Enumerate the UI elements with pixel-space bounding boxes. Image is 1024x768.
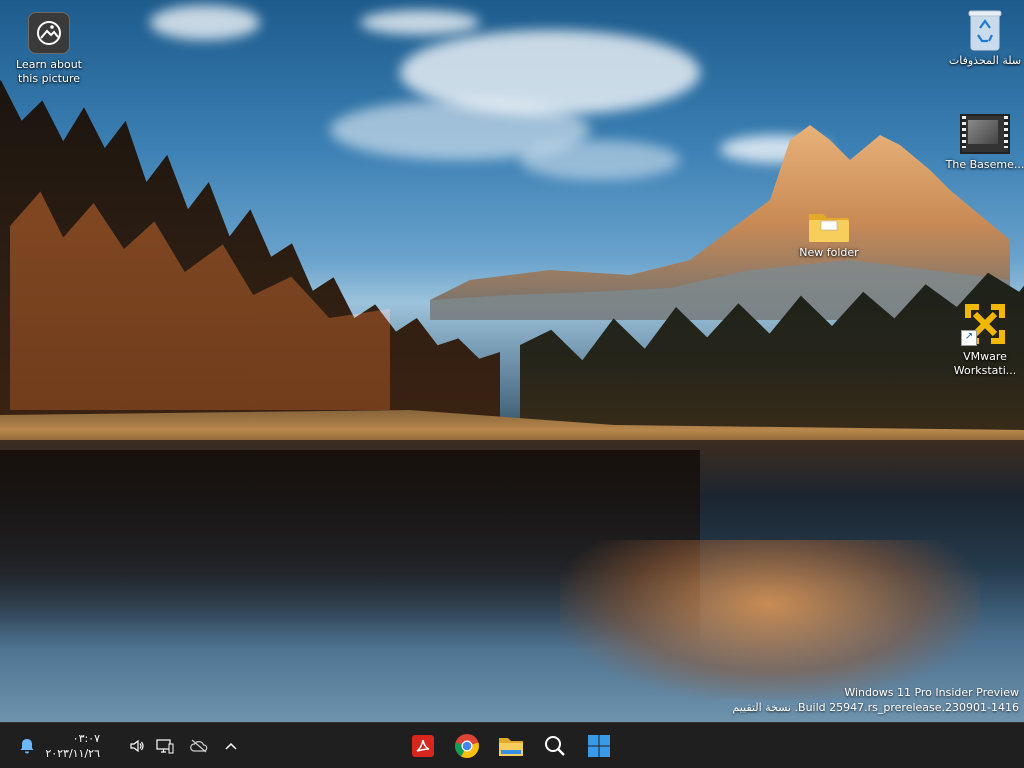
system-tray: ٠٣:٠٧ ٢٠٢٣/١١/٢٦ [0,723,244,768]
acrobat-icon[interactable] [405,728,441,764]
desktop-icon-recycle-bin[interactable]: سلة المحذوفات [944,8,1024,68]
search-icon[interactable] [537,728,573,764]
notification-bell-icon[interactable] [16,723,38,768]
desktop-icon-label: Learn about this picture [16,58,82,85]
desktop-icon-vmware[interactable]: ↗ VMware Workstati... [944,300,1024,378]
desktop-icon-label: VMware Workstati... [953,350,1017,377]
folder-icon [807,208,851,242]
cloud [150,5,260,40]
vmware-icon: ↗ [961,300,1009,346]
desktop-icon-label: New folder [799,246,859,259]
desktop-icon-label: The Baseme... [945,158,1024,171]
video-file-icon [960,114,1010,154]
chevron-up-icon[interactable] [218,723,244,768]
shortcut-arrow-icon: ↗ [961,330,977,346]
desktop-wallpaper: Learn about this picture سلة المحذوفات T… [0,0,1024,722]
start-icon[interactable] [581,728,617,764]
cloud [360,10,480,35]
watermark-line-1: Windows 11 Pro Insider Preview [844,686,1019,699]
speaker-icon[interactable] [124,723,150,768]
recycle-bin-icon [968,8,1002,51]
watermark-line-2: نسخة التقييم .Build 25947.rs_prerelease.… [732,701,1019,714]
learn-picture-icon [28,12,70,54]
desktop-icon-label: سلة المحذوفات [948,54,1022,67]
windows-watermark: Windows 11 Pro Insider Preview نسخة التق… [732,685,1019,715]
desktop-icon-learn-about-picture[interactable]: Learn about this picture [8,12,90,86]
taskbar-clock[interactable]: ٠٣:٠٧ ٢٠٢٣/١١/٢٦ [44,731,100,761]
desktop-icon-the-basement[interactable]: The Baseme... [944,114,1024,172]
water-reflection-peak [560,540,980,700]
clock-date: ٢٠٢٣/١١/٢٦ [45,747,100,760]
chrome-icon[interactable] [449,728,485,764]
taskbar-apps [405,723,617,768]
cloud-offline-icon[interactable] [184,723,214,768]
taskbar: ٠٣:٠٧ ٢٠٢٣/١١/٢٦ [0,722,1024,768]
network-monitor-icon[interactable] [152,723,178,768]
clock-time: ٠٣:٠٧ [72,732,100,745]
desktop-icon-new-folder[interactable]: New folder [788,208,870,260]
file-explorer-icon[interactable] [493,728,529,764]
